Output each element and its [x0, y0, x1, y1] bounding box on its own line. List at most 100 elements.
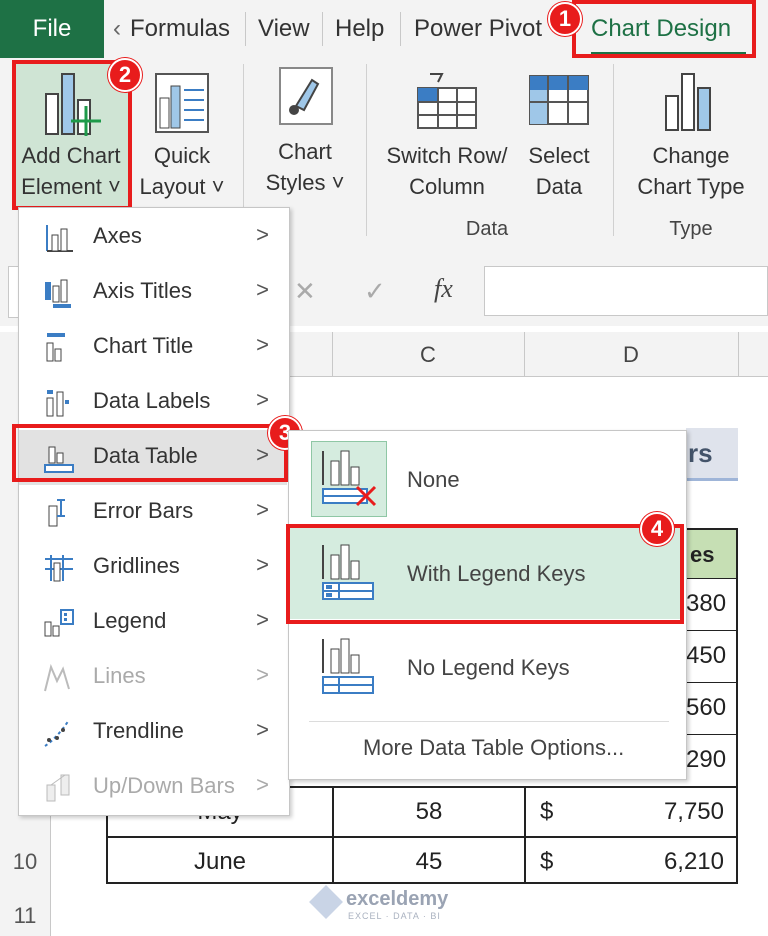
change-chart-type-label-line1: Change	[652, 143, 730, 168]
column-header-c[interactable]: C	[332, 342, 524, 368]
chevron-right-icon: >	[256, 772, 269, 797]
menu-item-lines: Lines >	[19, 650, 287, 705]
insert-function-icon[interactable]: fx	[434, 274, 453, 304]
select-data-icon	[529, 75, 589, 125]
group-label-type: Type	[669, 218, 713, 240]
chevron-right-icon: >	[256, 662, 269, 687]
formula-input[interactable]	[484, 266, 768, 316]
chart-styles-icon	[279, 67, 333, 125]
menu-item-label: Axes	[93, 223, 142, 248]
select-data-label-line1: Select	[528, 143, 590, 168]
select-data-button[interactable]: Select Data	[520, 62, 598, 208]
table-partial-value: 380	[686, 590, 727, 617]
menu-item-chart-title[interactable]: Chart Title >	[19, 320, 287, 375]
tab-divider	[245, 12, 246, 46]
trendline-icon	[44, 719, 70, 747]
enter-icon[interactable]: ✓	[364, 276, 386, 307]
menu-item-up-down-bars: Up/Down Bars >	[19, 760, 287, 815]
chart-styles-label-line2: Styles ˅	[265, 170, 345, 195]
tab-file[interactable]: File	[0, 0, 104, 58]
column-header-d[interactable]: D	[524, 342, 738, 368]
row-header-10[interactable]: 10	[0, 849, 50, 875]
change-chart-type-button[interactable]: Change Chart Type	[626, 62, 756, 208]
table-cell-amount: 6,210	[663, 848, 724, 875]
data-table-none-icon	[322, 450, 377, 507]
menu-item-label: Legend	[93, 608, 167, 633]
chevron-right-icon: >	[256, 717, 269, 742]
tab-formulas[interactable]: Formulas	[130, 0, 230, 58]
menu-item-axis-titles[interactable]: Axis Titles >	[19, 265, 287, 320]
menu-item-gridlines[interactable]: Gridlines >	[19, 540, 287, 595]
quick-layout-label-line1: Quick	[153, 143, 211, 168]
tab-help[interactable]: Help	[335, 0, 384, 58]
table-partial-value: 290	[686, 746, 727, 773]
axes-icon	[46, 225, 73, 252]
lines-icon	[44, 663, 70, 692]
chevron-right-icon: >	[256, 607, 269, 632]
chart-title-icon	[46, 333, 65, 362]
legend-icon	[44, 609, 74, 637]
table-rule	[106, 836, 738, 838]
table-cell-amount: 7,750	[663, 798, 724, 825]
highlight-with-legend-keys	[286, 524, 684, 624]
chevron-right-icon: >	[256, 222, 269, 247]
table-col-rule	[524, 786, 526, 884]
menu-item-label: Lines	[93, 663, 146, 688]
quick-layout-button[interactable]: Quick Layout ˅	[136, 62, 228, 208]
table-header-partial: es	[690, 542, 715, 567]
callout-2: 2	[108, 58, 142, 92]
data-labels-icon	[46, 390, 69, 417]
chart-styles-button[interactable]: Chart Styles ˅	[258, 62, 352, 208]
table-cell-qty: 58	[415, 798, 443, 825]
callout-1: 1	[548, 2, 582, 36]
chart-styles-label-line1: Chart	[278, 139, 332, 164]
tab-divider	[400, 12, 401, 46]
menu-item-axes[interactable]: Axes >	[19, 210, 287, 265]
option-none[interactable]: None	[289, 433, 684, 525]
menu-item-error-bars[interactable]: Error Bars >	[19, 485, 287, 540]
switch-row-column-icon	[417, 73, 477, 129]
menu-item-label: Gridlines	[93, 553, 180, 578]
menu-item-trendline[interactable]: Trendline >	[19, 705, 287, 760]
menu-item-legend[interactable]: Legend >	[19, 595, 287, 650]
tab-power-pivot[interactable]: Power Pivot	[414, 0, 542, 58]
data-table-no-legend-keys-icon	[322, 638, 374, 694]
chevron-right-icon: >	[256, 277, 269, 302]
chevron-right-icon: >	[256, 552, 269, 577]
table-cell-qty: 45	[415, 848, 443, 875]
switch-row-column-button[interactable]: Switch Row/ Column	[376, 62, 518, 208]
option-no-legend-keys[interactable]: No Legend Keys	[289, 621, 684, 713]
switch-row-column-label-line1: Switch Row/	[386, 143, 508, 168]
ribbon-group-divider	[366, 64, 367, 236]
highlight-chart-design-tab	[572, 0, 756, 58]
menu-item-label: Axis Titles	[93, 278, 193, 303]
cancel-icon[interactable]: ✕	[294, 276, 316, 307]
select-data-label-line2: Data	[535, 174, 583, 199]
table-partial-value: 560	[686, 694, 727, 721]
column-divider	[738, 332, 739, 376]
menu-item-label: Chart Title	[93, 333, 194, 358]
add-chart-element-menu: Axes > Axis Titles > Chart Title > Data …	[18, 207, 290, 816]
ribbon-group-divider	[613, 64, 614, 236]
tab-scroll-left-icon[interactable]: ‹	[113, 0, 121, 58]
table-partial-value: 450	[686, 642, 727, 669]
error-bars-icon	[48, 499, 65, 527]
group-label-data: Data	[465, 218, 509, 240]
watermark-name: exceldemy	[346, 888, 449, 910]
switch-row-column-label-line2: Column	[409, 174, 485, 199]
option-none-label: None	[407, 467, 460, 492]
menu-item-data-labels[interactable]: Data Labels >	[19, 375, 287, 430]
submenu-divider	[309, 721, 669, 722]
chevron-right-icon: >	[256, 497, 269, 522]
gridlines-icon	[45, 555, 73, 582]
table-title-partial: rs	[688, 438, 713, 468]
more-data-table-options-link[interactable]: More Data Table Options...	[363, 735, 624, 761]
menu-item-label: Data Labels	[93, 388, 211, 413]
tab-view[interactable]: View	[258, 0, 310, 58]
menu-item-label: Up/Down Bars	[93, 773, 235, 798]
tab-divider	[322, 12, 323, 46]
row-header-11[interactable]: 11	[0, 903, 50, 929]
table-cell-month: June	[193, 848, 247, 875]
up-down-bars-icon	[46, 774, 70, 802]
highlight-data-table	[12, 424, 288, 482]
